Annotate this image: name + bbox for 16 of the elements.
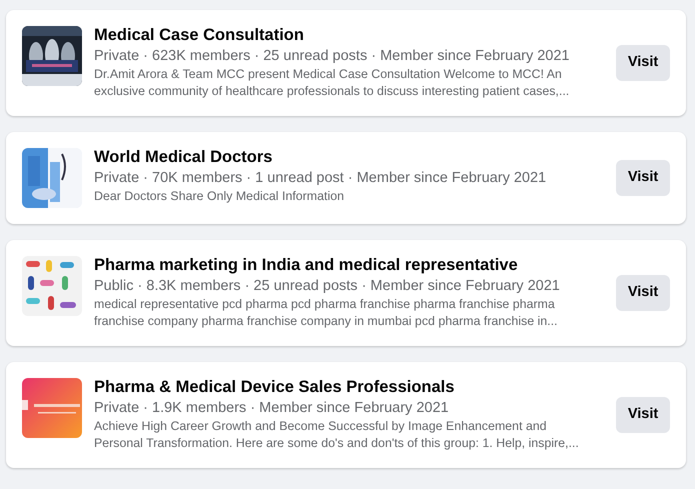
visit-button[interactable]: Visit: [616, 45, 670, 81]
group-meta: Public · 8.3K members · 25 unread posts · Member since February 2021: [94, 277, 561, 296]
visit-button[interactable]: Visit: [616, 397, 670, 433]
group-description: Achieve High Career Growth and Become Successful by Image Enhancement and Personal Transformation. Here are some do's and don'ts of this group: 1. Help, inspire,...: [94, 418, 580, 452]
group-name[interactable]: Pharma & Medical Device Sales Professionals: [94, 377, 594, 398]
group-name[interactable]: World Medical Doctors: [94, 147, 594, 168]
group-meta: Private · 70K members · 1 unread post · Member since February 2021: [94, 169, 548, 188]
visit-button[interactable]: Visit: [616, 160, 670, 196]
group-name[interactable]: Pharma marketing in India and medical representative: [94, 255, 594, 276]
visit-button[interactable]: Visit: [616, 275, 670, 311]
group-description: Dear Doctors Share Only Medical Information: [94, 188, 345, 205]
group-description: medical representative pcd pharma pcd pharma franchise pharma franchise pharma franchise company pharma franchise company in mumbai pcd pharma franchise in...: [94, 296, 558, 330]
group-name[interactable]: Medical Case Consultation: [94, 25, 594, 46]
group-description: Dr.Amit Arora & Team MCC present Medical Case Consultation Welcome to MCC! An exclusive community of healthcare professionals to discuss interesting patient cases,...: [94, 66, 570, 100]
group-meta: Private · 623K members · 25 unread posts · Member since February 2021: [94, 47, 570, 66]
group-meta: Private · 1.9K members · Member since February 2021: [94, 399, 450, 418]
